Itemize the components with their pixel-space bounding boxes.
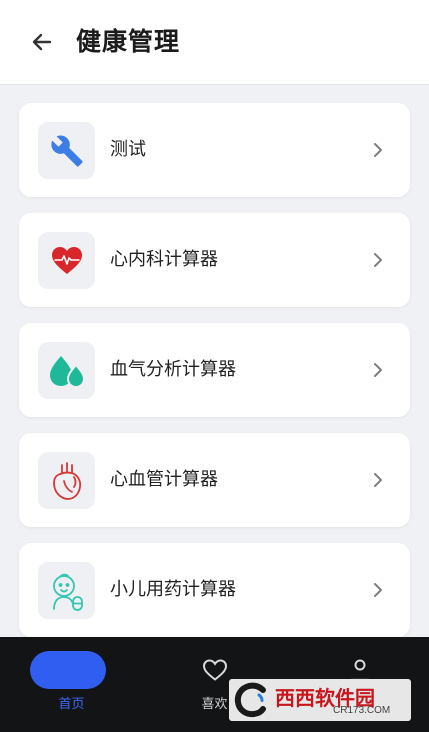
- wrench-icon: [50, 135, 83, 167]
- list-item-cardiology-calculator[interactable]: 心内科计算器: [19, 213, 410, 307]
- heart-pulse-icon: [51, 246, 82, 274]
- page-title: 健康管理: [76, 27, 181, 56]
- icon-box: [38, 342, 95, 399]
- item-label: 测试: [110, 139, 146, 160]
- nav-home-label: 首页: [58, 697, 85, 712]
- icon-box: [38, 562, 95, 619]
- chevron-right-icon: [374, 253, 382, 267]
- icon-box: [38, 452, 95, 509]
- baby-medicine-icon: [52, 573, 83, 611]
- list-item-pediatric-medicine-calculator[interactable]: 小儿用药计算器: [19, 543, 410, 637]
- chevron-right-icon: [374, 583, 382, 597]
- list-item-blood-gas-calculator[interactable]: 血气分析计算器: [19, 323, 410, 417]
- item-label: 小儿用药计算器: [110, 579, 236, 600]
- droplets-icon: [49, 355, 85, 388]
- site-watermark: 西西软件园 CR173.COM: [229, 679, 411, 721]
- app-bar: 健康管理: [0, 0, 429, 85]
- arrow-left-icon: [32, 33, 52, 51]
- item-label: 血气分析计算器: [110, 359, 236, 380]
- icon-box: [38, 232, 95, 289]
- home-pill: [30, 651, 106, 689]
- item-label: 心血管计算器: [110, 469, 218, 490]
- chevron-right-icon: [374, 473, 382, 487]
- list-item-test[interactable]: 测试: [19, 103, 410, 197]
- watermark-logo-icon: [234, 682, 266, 718]
- chevron-right-icon: [374, 143, 382, 157]
- item-label: 心内科计算器: [110, 249, 218, 270]
- watermark-url: CR173.COM: [333, 705, 391, 716]
- list-item-cardiovascular-calculator[interactable]: 心血管计算器: [19, 433, 410, 527]
- heart-outline-icon: [202, 659, 228, 681]
- calculator-list: 测试 心内科计算器 血气分析计算器 心血管计算器 小儿用药计算器: [19, 103, 410, 653]
- chevron-right-icon: [374, 363, 382, 377]
- nav-home[interactable]: 首页: [0, 637, 143, 732]
- back-button[interactable]: [28, 28, 56, 56]
- anatomical-heart-icon: [52, 461, 81, 500]
- icon-box: [38, 122, 95, 179]
